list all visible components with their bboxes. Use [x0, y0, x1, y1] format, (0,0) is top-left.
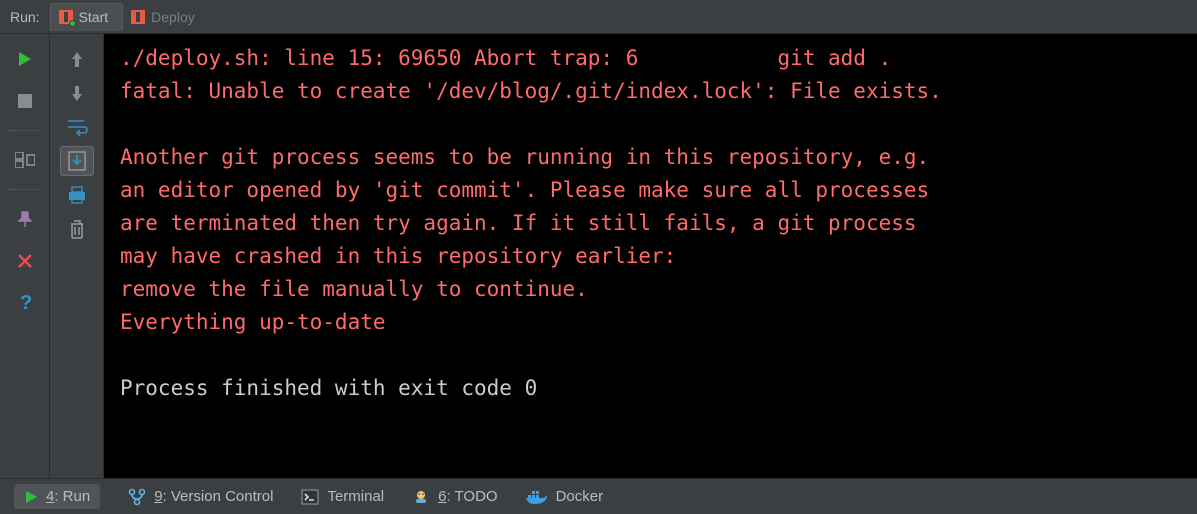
docker-icon: [526, 489, 548, 505]
console-line: Another git process seems to be running …: [120, 141, 1187, 174]
config-icon: [59, 10, 73, 24]
run-config-label: Start: [79, 9, 109, 25]
toolwindow-label: 9: Version Control: [154, 488, 273, 505]
console-line: Everything up-to-date: [120, 306, 1187, 339]
console-actions-gutter: [50, 34, 104, 478]
svg-text:?: ?: [20, 293, 32, 313]
help-button[interactable]: ?: [8, 288, 42, 318]
console-line: ./deploy.sh: line 15: 69650 Abort trap: …: [120, 42, 1187, 75]
run-tool-window-header: Run: Start Deploy: [0, 0, 1197, 34]
console-line: [120, 108, 1187, 141]
console-line: an editor opened by 'git commit'. Please…: [120, 174, 1187, 207]
toolwindow-terminal[interactable]: Terminal: [301, 488, 384, 505]
toolwindow-label: 6: TODO: [438, 488, 497, 505]
running-indicator-icon: [69, 20, 76, 27]
toolwindow-todo[interactable]: 6: TODO: [412, 488, 497, 506]
toolwindow-label: 4: Run: [46, 488, 90, 505]
toolwindow-label: Terminal: [327, 488, 384, 505]
branch-icon: [128, 488, 146, 506]
separator: [8, 130, 42, 131]
tool-window-bar: 4: Run 9: Version Control Terminal 6: TO…: [0, 478, 1197, 514]
clear-all-button[interactable]: [60, 214, 94, 244]
console-line: may have crashed in this repository earl…: [120, 240, 1187, 273]
run-config-label: Deploy: [151, 9, 195, 25]
todo-icon: [412, 488, 430, 506]
run-icon: [24, 490, 38, 504]
pin-button[interactable]: [8, 204, 42, 234]
config-icon: [131, 10, 145, 24]
console-line: remove the file manually to continue.: [120, 273, 1187, 306]
scroll-to-end-button[interactable]: [60, 146, 94, 176]
run-config-deploy[interactable]: Deploy: [123, 3, 209, 31]
run-actions-gutter: ?: [0, 34, 50, 478]
stop-button[interactable]: [8, 86, 42, 116]
console-line: are terminated then try again. If it sti…: [120, 207, 1187, 240]
terminal-icon: [301, 489, 319, 505]
run-config-start[interactable]: Start: [50, 3, 124, 31]
print-button[interactable]: [60, 180, 94, 210]
scroll-up-button[interactable]: [60, 44, 94, 74]
console-output[interactable]: ./deploy.sh: line 15: 69650 Abort trap: …: [104, 34, 1197, 478]
layout-button[interactable]: [8, 145, 42, 175]
run-label: Run:: [6, 9, 50, 25]
toolwindow-run[interactable]: 4: Run: [14, 484, 100, 509]
close-button[interactable]: [8, 246, 42, 276]
scroll-down-button[interactable]: [60, 78, 94, 108]
console-line: Process finished with exit code 0: [120, 372, 1187, 405]
console-line: [120, 339, 1187, 372]
console-line: fatal: Unable to create '/dev/blog/.git/…: [120, 75, 1187, 108]
soft-wrap-button[interactable]: [60, 112, 94, 142]
toolwindow-version-control[interactable]: 9: Version Control: [128, 488, 273, 506]
run-tool-window-body: ?: [0, 34, 1197, 478]
separator: [8, 189, 42, 190]
toolwindow-label: Docker: [556, 488, 604, 505]
rerun-button[interactable]: [8, 44, 42, 74]
toolwindow-docker[interactable]: Docker: [526, 488, 604, 505]
